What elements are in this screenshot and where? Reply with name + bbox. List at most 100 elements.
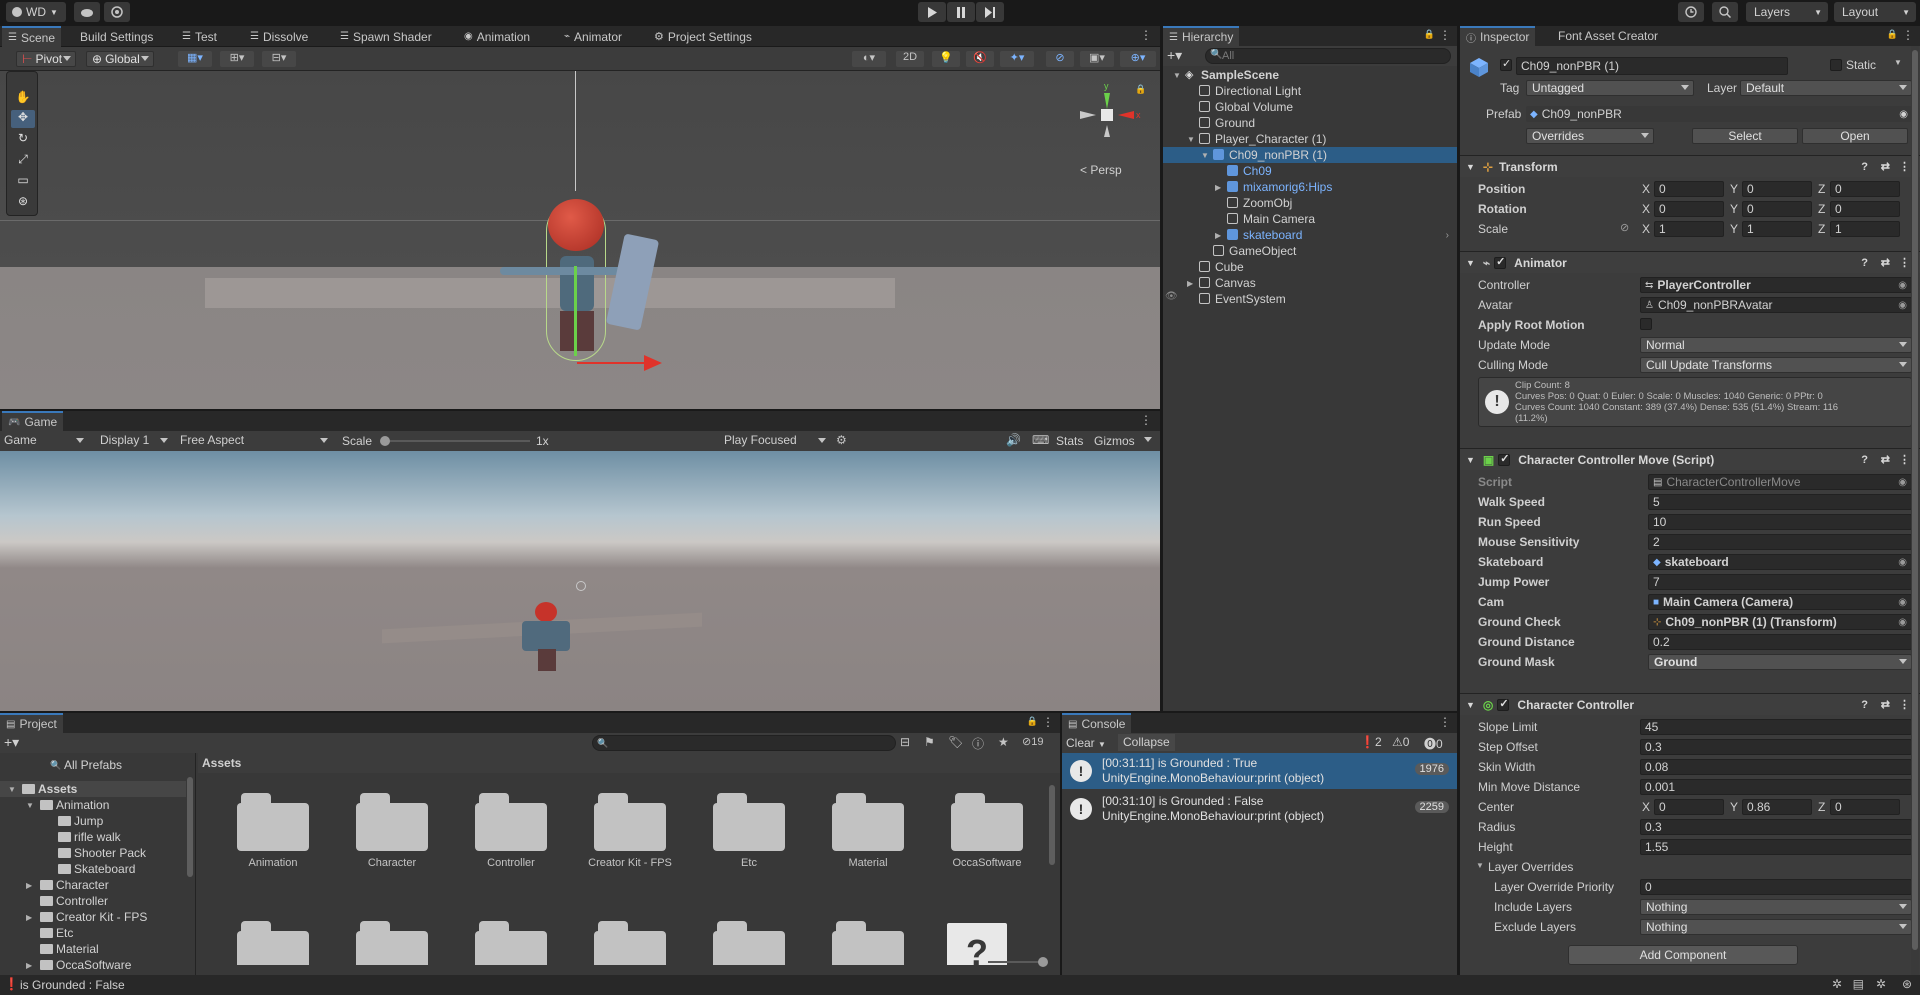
- hierarchy-item[interactable]: Global Volume: [1163, 99, 1457, 115]
- more-options-icon[interactable]: ⋮: [1899, 160, 1910, 173]
- controller-field[interactable]: ⇆ PlayerController ◉: [1640, 277, 1912, 293]
- tag-icon[interactable]: 🏷: [948, 735, 963, 749]
- projection-label[interactable]: < Persp: [1080, 163, 1122, 177]
- display-dropdown[interactable]: Display 1: [100, 433, 172, 449]
- height-field[interactable]: 1.55: [1640, 839, 1912, 855]
- radius-field[interactable]: 0.3: [1640, 819, 1912, 835]
- search-button[interactable]: [1712, 2, 1738, 22]
- transform-scale-x-field[interactable]: 1: [1654, 221, 1724, 237]
- hierarchy-item[interactable]: ▼ ◈ SampleScene: [1163, 67, 1457, 83]
- project-tree-item[interactable]: Etc: [0, 925, 186, 941]
- pause-button[interactable]: [947, 2, 975, 22]
- rotate-tool[interactable]: ↻: [11, 131, 35, 149]
- mute-audio-icon[interactable]: 🔊: [1006, 433, 1021, 447]
- apply-root-motion-checkbox[interactable]: [1640, 318, 1652, 330]
- tab-animation[interactable]: ◉ Animation: [458, 26, 536, 47]
- tab-spawn-shader[interactable]: ☰ Spawn Shader: [334, 26, 438, 47]
- asset-folder[interactable]: OccaSoftware: [932, 775, 1042, 875]
- 2d-toggle[interactable]: 2D: [896, 51, 924, 67]
- scrollbar-thumb[interactable]: [187, 777, 193, 877]
- hierarchy-item[interactable]: ▶ skateboard ›: [1163, 227, 1457, 243]
- add-component-button[interactable]: Add Component: [1568, 945, 1798, 965]
- warning-count[interactable]: ⚠0: [1392, 735, 1409, 749]
- asset-folder[interactable]: Controller: [456, 775, 566, 875]
- skin-width-field[interactable]: 0.08: [1640, 759, 1912, 775]
- cc-enabled-checkbox[interactable]: [1497, 697, 1510, 711]
- project-tree-item[interactable]: Material: [0, 941, 186, 957]
- hierarchy-item[interactable]: Cube: [1163, 259, 1457, 275]
- folder-icon[interactable]: [594, 921, 666, 965]
- transform-rotation-y-field[interactable]: 0: [1742, 201, 1812, 217]
- project-tree-item[interactable]: ▶ Character: [0, 877, 186, 893]
- auto-generate-lighting-icon[interactable]: ✲: [1876, 977, 1886, 991]
- foldout-closed-icon[interactable]: ▶: [1187, 279, 1193, 288]
- transform-rotation-x-field[interactable]: 0: [1654, 201, 1724, 217]
- console-log-entry[interactable]: ! [00:31:10] is Grounded : False UnityEngi…: [1062, 791, 1457, 827]
- add-object-button[interactable]: +▾: [1167, 47, 1182, 64]
- ground-check-field[interactable]: ⊹ Ch09_nonPBR (1) (Transform) ◉: [1648, 614, 1912, 630]
- hierarchy-item[interactable]: Ch09: [1163, 163, 1457, 179]
- target-icon[interactable]: ◉: [1899, 109, 1908, 120]
- target-icon[interactable]: ◉: [1898, 597, 1907, 608]
- update-mode-dropdown[interactable]: Normal: [1640, 337, 1912, 353]
- tab-project-settings[interactable]: ⚙ Project Settings: [648, 26, 758, 47]
- help-icon[interactable]: ?: [1861, 257, 1868, 269]
- preset-icon[interactable]: ⇄: [1881, 453, 1890, 466]
- foldout-open-icon[interactable]: ▼: [1201, 151, 1209, 160]
- cache-server-icon[interactable]: ▤: [1853, 977, 1864, 991]
- tab-build-settings[interactable]: Build Settings: [74, 26, 159, 47]
- zoom-slider-handle[interactable]: [1038, 957, 1048, 967]
- transform-position-x-field[interactable]: 0: [1654, 181, 1724, 197]
- game-mode-dropdown[interactable]: Game: [4, 433, 88, 449]
- slope-limit-field[interactable]: 45: [1640, 719, 1912, 735]
- move-gizmo-arrow[interactable]: [644, 355, 662, 371]
- asset-folder[interactable]: Creator Kit - FPS: [575, 775, 685, 875]
- preset-icon[interactable]: ⇄: [1881, 256, 1890, 269]
- unknown-file-icon[interactable]: ?: [947, 923, 1007, 965]
- foldout-closed-icon[interactable]: ▶: [26, 961, 32, 970]
- hierarchy-item[interactable]: GameObject: [1163, 243, 1457, 259]
- hidden-objects-toggle[interactable]: ⊘: [1046, 51, 1074, 67]
- foldout-open-icon[interactable]: ▼: [1173, 71, 1181, 80]
- scrollbar-thumb[interactable]: [1912, 50, 1918, 950]
- zoom-slider[interactable]: [988, 957, 1048, 967]
- project-tree-item[interactable]: rifle walk: [0, 829, 186, 845]
- hierarchy-item[interactable]: Ground: [1163, 115, 1457, 131]
- select-prefab-button[interactable]: Select: [1692, 128, 1798, 144]
- tab-console[interactable]: ▤ Console: [1062, 713, 1132, 733]
- tab-font-asset-creator[interactable]: Font Asset Creator: [1552, 26, 1664, 46]
- keyboard-icon[interactable]: ⌨: [1032, 433, 1049, 447]
- object-name-field[interactable]: Ch09_nonPBR (1): [1516, 57, 1788, 75]
- audio-toggle[interactable]: 🔇: [966, 51, 994, 67]
- asset-folder[interactable]: Etc: [694, 775, 804, 875]
- aspect-dropdown[interactable]: Free Aspect: [180, 433, 332, 449]
- search-by-type-icon[interactable]: ⊟: [900, 735, 910, 749]
- target-icon[interactable]: ◉: [1898, 477, 1907, 488]
- transform-scale-z-field[interactable]: 1: [1830, 221, 1900, 237]
- more-options-icon[interactable]: ⋮: [1042, 715, 1054, 729]
- tab-inspector[interactable]: ⓘ Inspector: [1460, 26, 1536, 46]
- collapse-button[interactable]: Collapse: [1118, 734, 1175, 751]
- folder-icon[interactable]: [475, 921, 547, 965]
- tab-animator[interactable]: ⌁ Animator: [558, 26, 628, 47]
- avatar-field[interactable]: ♙ Ch09_nonPBRAvatar ◉: [1640, 297, 1912, 313]
- project-search-input[interactable]: 🔍: [592, 735, 896, 751]
- cc-header[interactable]: ▼ ◎ Character Controller ? ⇄ ⋮: [1460, 693, 1920, 715]
- scene-viewport[interactable]: y x < Persp 🔒 ✋ ✥ ↻ ⤢ ▭ ⊛: [0, 71, 1160, 409]
- move-gizmo-up[interactable]: [574, 266, 577, 356]
- hierarchy-search-input[interactable]: 🔍 All: [1205, 48, 1451, 64]
- alert-icon[interactable]: ⓘ: [972, 735, 984, 752]
- tab-hierarchy[interactable]: ☰ Hierarchy: [1163, 26, 1240, 46]
- culling-mode-dropdown[interactable]: Cull Update Transforms: [1640, 357, 1912, 373]
- more-options-icon[interactable]: ⋮: [1140, 413, 1152, 427]
- foldout-open-icon[interactable]: ▼: [8, 785, 16, 794]
- project-tree-item[interactable]: Controller: [0, 893, 186, 909]
- folder-icon[interactable]: [356, 921, 428, 965]
- breadcrumb-assets[interactable]: Assets: [202, 756, 241, 770]
- assets-scrollbar[interactable]: [1048, 775, 1056, 955]
- grid-snap-button[interactable]: ▦▾: [178, 51, 212, 67]
- help-icon[interactable]: ?: [1861, 699, 1868, 711]
- rect-tool[interactable]: ▭: [11, 173, 35, 191]
- project-tree-scrollbar[interactable]: [186, 757, 194, 973]
- run-speed-field[interactable]: 10: [1648, 514, 1912, 530]
